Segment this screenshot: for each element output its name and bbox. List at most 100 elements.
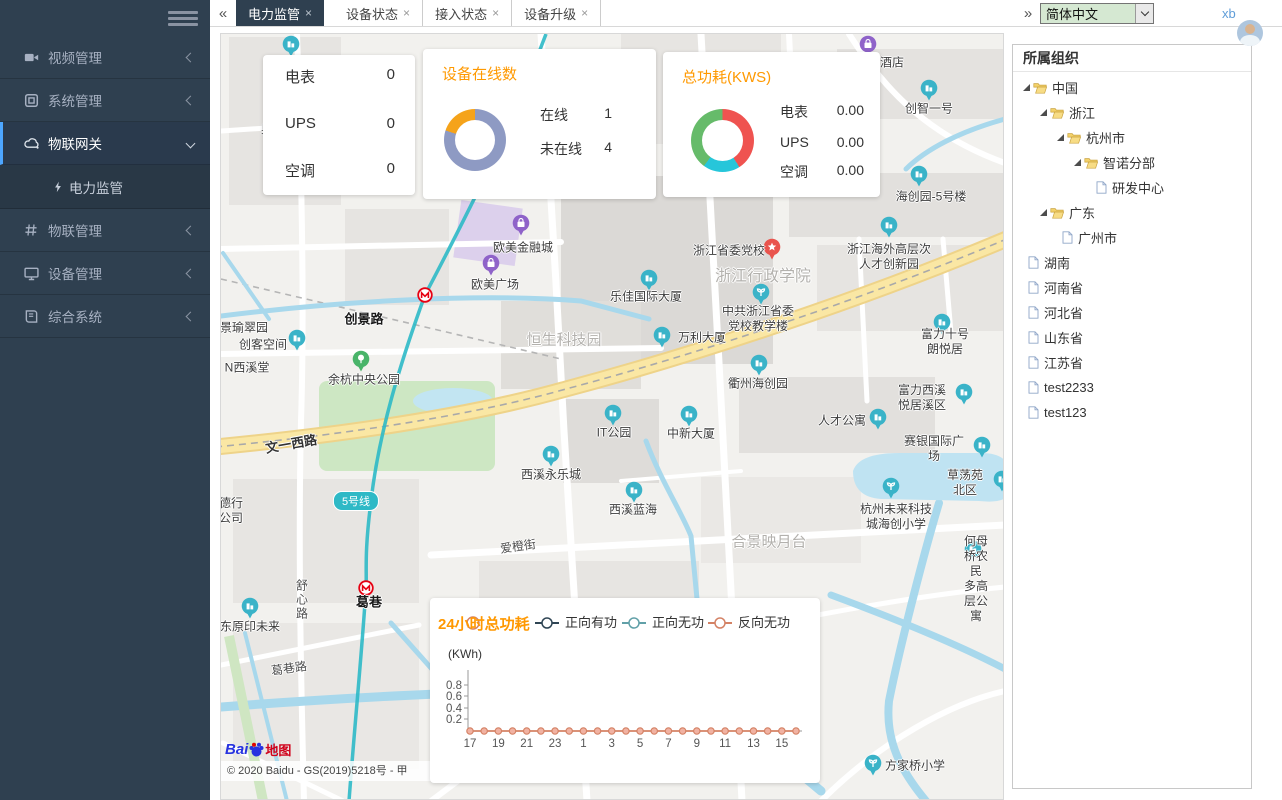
map-poi-label[interactable]: 乐佳国际大厦: [610, 290, 682, 305]
map-poi-label[interactable]: N西溪堂: [225, 361, 270, 376]
map-poi-label[interactable]: 中新大厦: [667, 427, 715, 442]
map-poi-marker-人才公寓[interactable]: [869, 408, 887, 430]
tab-设备状态[interactable]: 设备状态×: [334, 0, 423, 26]
tree-node-test123[interactable]: test123: [1013, 400, 1251, 425]
tree-node-河南省[interactable]: 河南省: [1013, 275, 1251, 300]
hamburger-menu-icon[interactable]: [168, 8, 198, 28]
tree-node-湖南[interactable]: 湖南: [1013, 250, 1251, 275]
chevron-down-icon[interactable]: [1135, 4, 1153, 23]
map-poi-label[interactable]: 东原印未来: [220, 620, 280, 635]
tabs-scroll-left-icon[interactable]: «: [210, 0, 236, 26]
map-poi-marker-衢州海创园[interactable]: [750, 354, 768, 376]
sidebar-item-综合系统[interactable]: 综合系统: [0, 295, 210, 338]
map-poi-marker-西溪永乐城[interactable]: [542, 445, 560, 467]
sidebar-item-物联网关[interactable]: 物联网关: [0, 122, 210, 165]
tabs-scroll-right-icon[interactable]: »: [1016, 0, 1040, 27]
sidebar-item-系统管理[interactable]: 系统管理: [0, 79, 210, 122]
tree-node-江苏省[interactable]: 江苏省: [1013, 350, 1251, 375]
tree-node-test2233[interactable]: test2233: [1013, 375, 1251, 400]
map-poi-label[interactable]: 德行 公司: [220, 496, 243, 526]
map-poi-marker-余杭中央公园[interactable]: [352, 350, 370, 372]
map-poi-label[interactable]: 衢州海创园: [728, 377, 788, 392]
map-poi-marker-东原印未来[interactable]: [241, 597, 259, 619]
avatar[interactable]: [1237, 20, 1263, 46]
map-poi-label[interactable]: 酒店: [880, 56, 904, 71]
map-poi-marker-中新大厦[interactable]: [680, 405, 698, 427]
map-poi-label[interactable]: 欧美广场: [471, 278, 519, 293]
tree-expand-icon[interactable]: [1040, 209, 1047, 216]
map-poi-marker-方家桥小学[interactable]: [864, 754, 882, 776]
tree-node-山东省[interactable]: 山东省: [1013, 325, 1251, 350]
map-poi-marker-富力西溪[interactable]: [955, 383, 973, 405]
map-poi-label[interactable]: 中共浙江省委 党校教学楼: [722, 304, 794, 334]
tree-node-中国[interactable]: 中国: [1013, 75, 1251, 100]
tree-node-广东[interactable]: 广东: [1013, 200, 1251, 225]
tab-接入状态[interactable]: 接入状态×: [423, 0, 512, 26]
map-poi-label[interactable]: 富力十号朗悦居: [916, 327, 974, 357]
map-poi-marker-IT公园[interactable]: [604, 404, 622, 426]
tab-电力监管[interactable]: 电力监管×: [236, 0, 324, 26]
metro-station-label[interactable]: 创景路: [344, 312, 383, 327]
map-poi-marker-海创园-5号楼[interactable]: [910, 165, 928, 187]
tree-expand-icon[interactable]: [1074, 159, 1081, 166]
map-poi-marker-中共浙江省委[interactable]: [752, 283, 770, 305]
map-poi-marker-浙江省委党校[interactable]: [763, 238, 781, 260]
sidebar-subitem-电力监管[interactable]: 电力监管: [0, 165, 210, 209]
tree-node-广州市[interactable]: 广州市: [1013, 225, 1251, 250]
map-poi-marker-building[interactable]: [282, 35, 300, 57]
tree-node-浙江[interactable]: 浙江: [1013, 100, 1251, 125]
tree-expand-icon[interactable]: [1040, 109, 1047, 116]
map-poi-label[interactable]: 西溪永乐城: [521, 468, 581, 483]
map-poi-label[interactable]: 富力西溪 悦居溪区: [898, 383, 946, 413]
metro-station-label[interactable]: 葛巷: [356, 595, 382, 610]
map-poi-marker-赛银国际广场[interactable]: [973, 436, 991, 458]
tree-node-研发中心[interactable]: 研发中心: [1013, 175, 1251, 200]
map-poi-label[interactable]: 余杭中央公园: [328, 373, 400, 388]
username-link[interactable]: xb: [1222, 6, 1236, 21]
map-poi-label[interactable]: 欧美金融城: [493, 241, 553, 256]
map-poi-label[interactable]: 西溪蓝海: [609, 503, 657, 518]
map-poi-label[interactable]: 何母桥农民 多高层公寓: [963, 534, 990, 624]
language-select[interactable]: 简体中文: [1040, 3, 1154, 24]
tree-expand-icon[interactable]: [1057, 134, 1064, 141]
close-icon[interactable]: ×: [581, 6, 588, 20]
map-poi-label[interactable]: 浙江海外高层次 人才创新园: [847, 242, 931, 272]
map-poi-label[interactable]: 杭州未来科技 城海创小学: [860, 502, 932, 532]
tree-expand-icon[interactable]: [1023, 84, 1030, 91]
map-poi-marker-创客空间[interactable]: [288, 329, 306, 351]
sidebar-subitem-label: 电力监管: [69, 177, 123, 197]
map-poi-label[interactable]: 草荡苑北区: [946, 468, 984, 498]
tree-node-杭州市[interactable]: 杭州市: [1013, 125, 1251, 150]
map-poi-label[interactable]: 万利大厦: [678, 331, 726, 346]
close-icon[interactable]: ×: [492, 6, 499, 20]
map-poi-label[interactable]: 赛银国际广场: [900, 434, 969, 464]
tree-node-河北省[interactable]: 河北省: [1013, 300, 1251, 325]
metro-station-icon-创景路[interactable]: [417, 287, 433, 303]
close-icon[interactable]: ×: [305, 6, 312, 20]
sidebar-item-物联管理[interactable]: 物联管理: [0, 209, 210, 252]
map-poi-marker-浙江海外高层次[interactable]: [880, 216, 898, 238]
map-poi-label[interactable]: 方家桥小学: [885, 759, 945, 774]
map-poi-marker-欧美广场[interactable]: [482, 254, 500, 276]
map-poi-marker-杭州未来科技[interactable]: [882, 477, 900, 499]
book-icon: [24, 309, 48, 324]
map-poi-label[interactable]: 海创园-5号楼: [896, 190, 967, 205]
map-poi-label[interactable]: 创客空间: [239, 338, 287, 353]
tree-node-智诺分部[interactable]: 智诺分部: [1013, 150, 1251, 175]
close-icon[interactable]: ×: [403, 6, 410, 20]
map-poi-label[interactable]: 景瑜翠园: [220, 321, 268, 336]
map-poi-marker-万利大厦[interactable]: [653, 326, 671, 348]
sidebar-item-设备管理[interactable]: 设备管理: [0, 252, 210, 295]
map-poi-label[interactable]: 创智一号: [905, 102, 953, 117]
map-poi-marker-创智一号[interactable]: [920, 79, 938, 101]
map-poi-marker-草荡苑北区[interactable]: [993, 470, 1004, 492]
tab-设备升级[interactable]: 设备升级×: [512, 0, 601, 26]
folder-open-icon: [1067, 132, 1081, 144]
map-poi-label[interactable]: 浙江省委党校: [693, 244, 765, 259]
sidebar-item-视频管理[interactable]: 视频管理: [0, 36, 210, 79]
map-poi-marker-乐佳国际大厦[interactable]: [640, 269, 658, 291]
map-poi-marker-欧美金融城[interactable]: [512, 214, 530, 236]
map-poi-label[interactable]: IT公园: [597, 426, 632, 441]
map-poi-label[interactable]: 人才公寓: [818, 414, 866, 429]
map-poi-marker-西溪蓝海[interactable]: [625, 481, 643, 503]
